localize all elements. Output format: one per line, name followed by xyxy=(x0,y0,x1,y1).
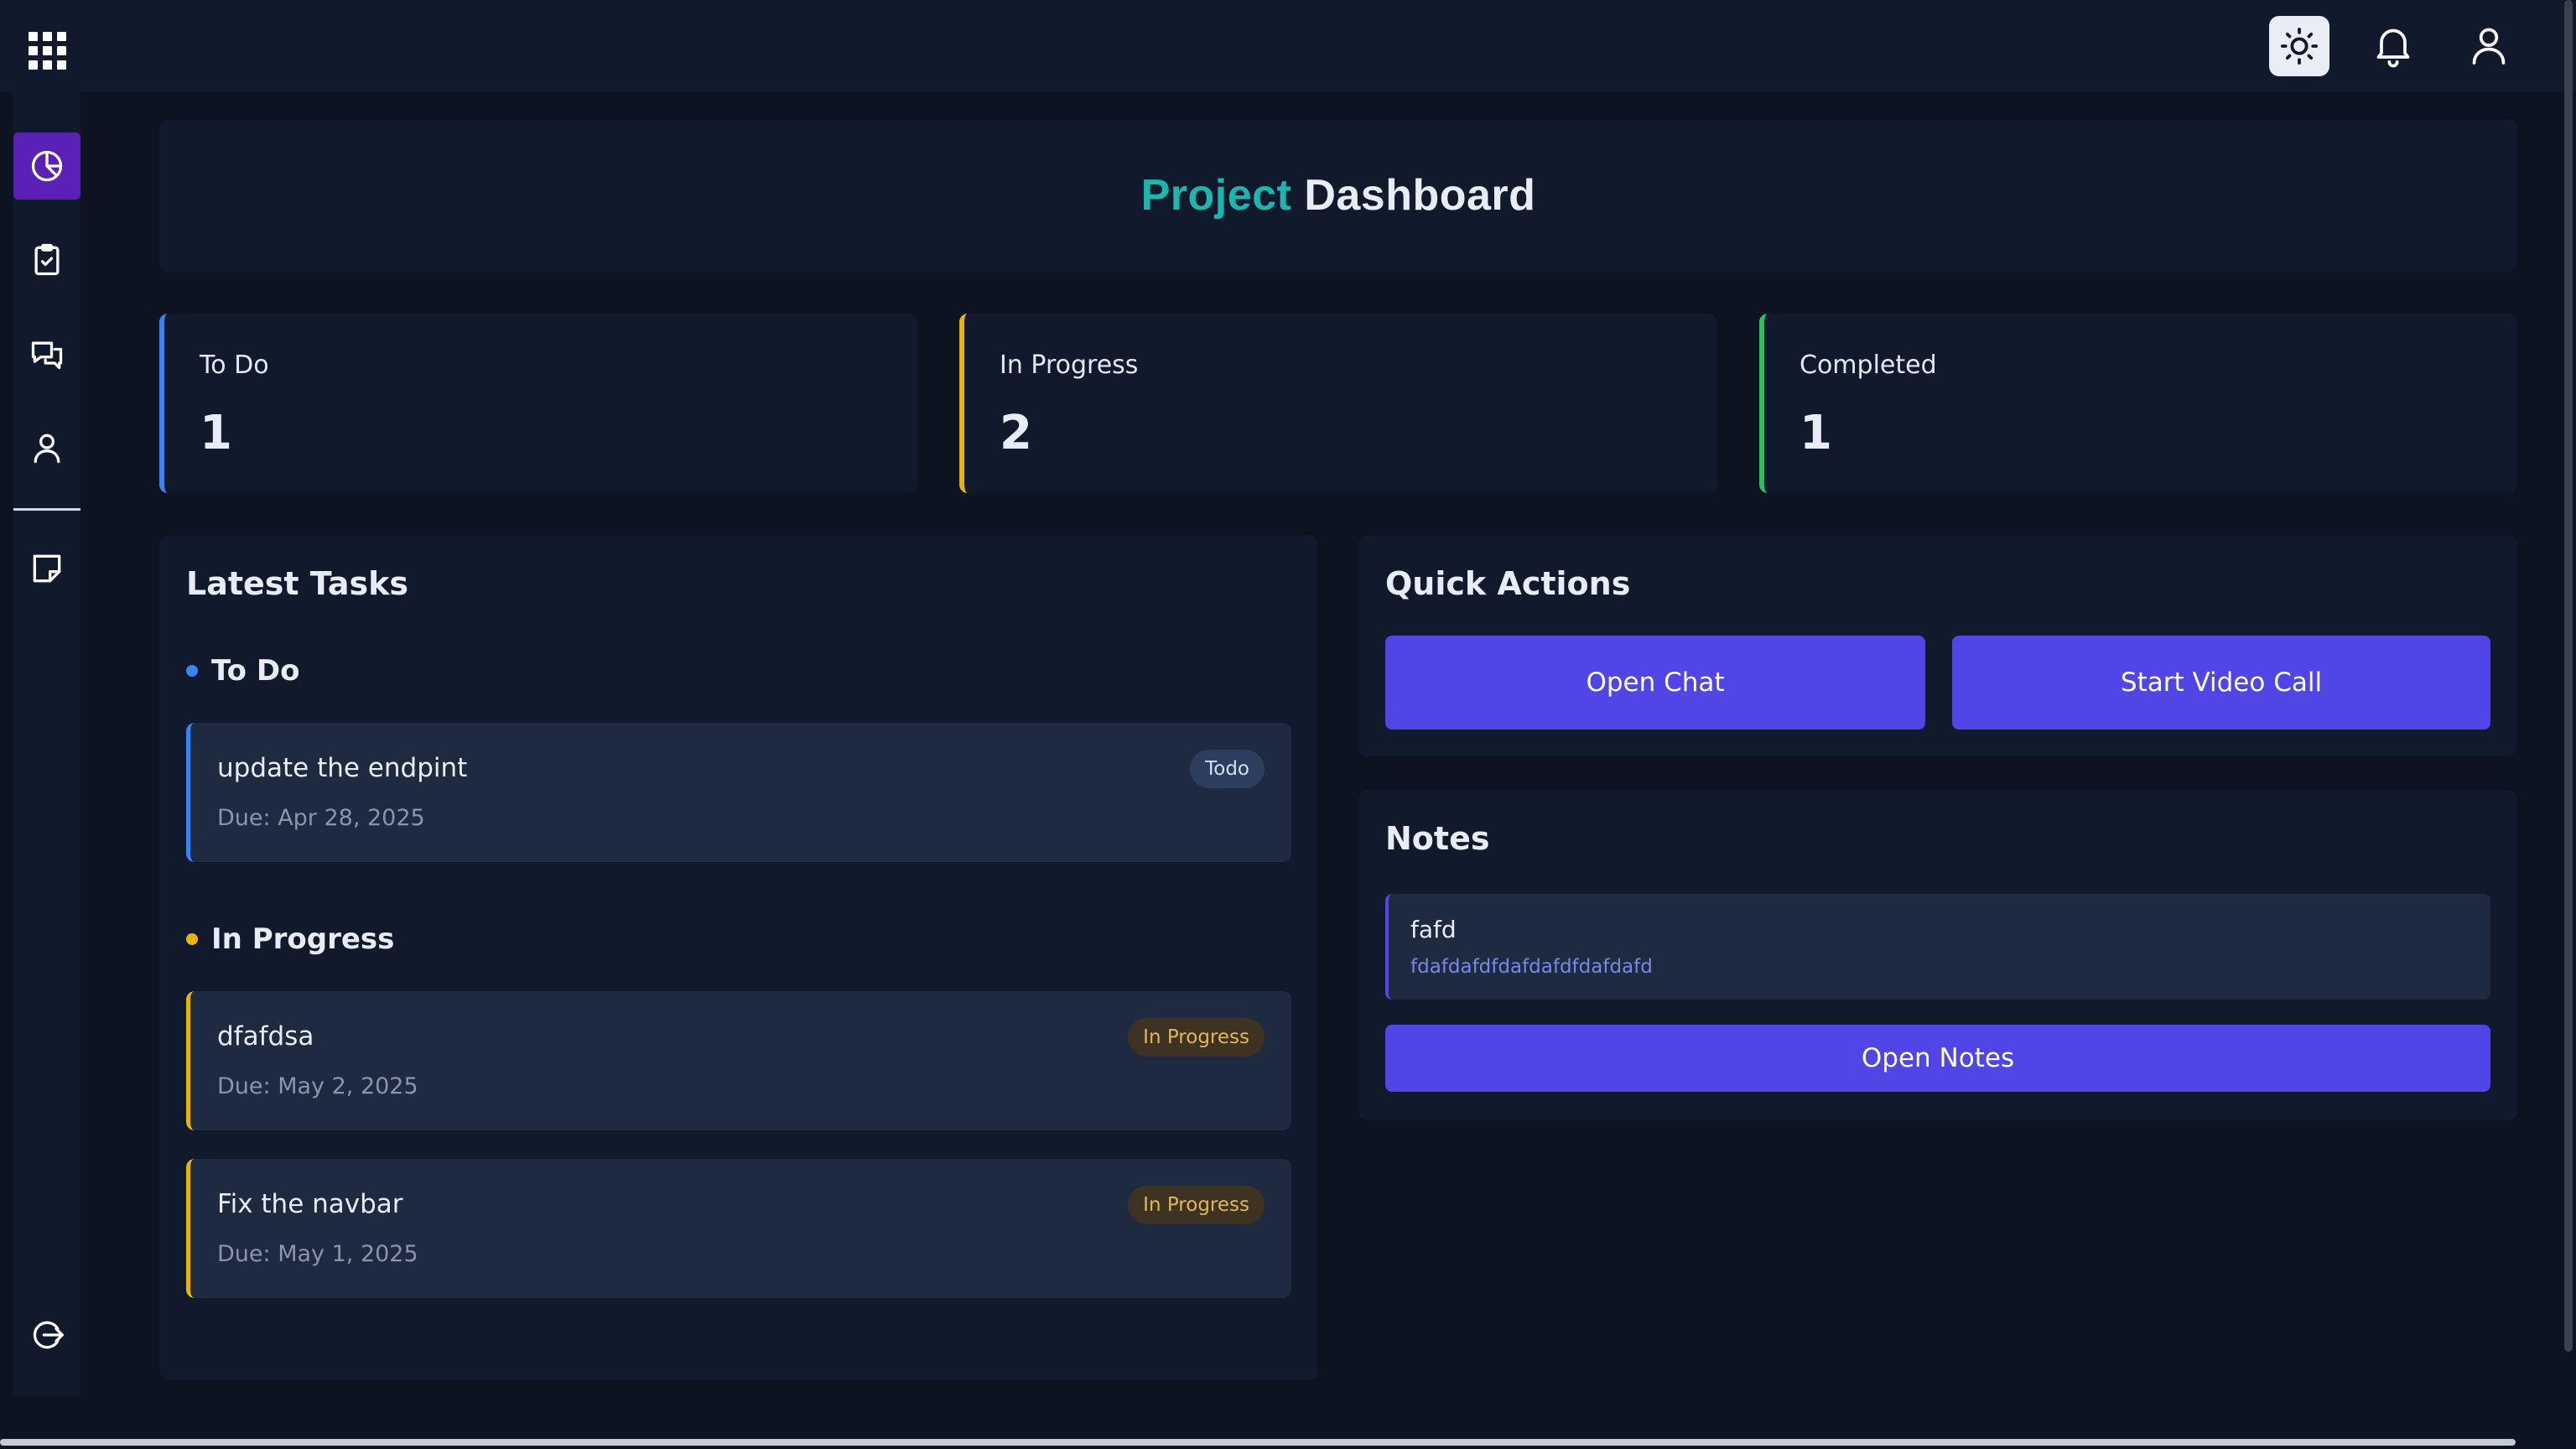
notes-panel: Notes fafd fdafdafdfdafdafdfdafdafd Open… xyxy=(1358,790,2517,1120)
open-chat-button[interactable]: Open Chat xyxy=(1385,636,1925,730)
task-group-todo: To Do xyxy=(186,654,299,688)
note-body: fdafdafdfdafdafdfdafdafd xyxy=(1410,956,1653,978)
stat-label: In Progress xyxy=(1000,351,1139,380)
pie-chart-icon xyxy=(31,150,63,182)
task-group-in-progress: In Progress xyxy=(186,922,394,956)
quick-actions-panel: Quick Actions Open Chat Start Video Call xyxy=(1358,535,2517,756)
task-due-date: Due: May 2, 2025 xyxy=(217,1073,418,1099)
stat-label: Completed xyxy=(1800,351,1937,380)
status-badge: In Progress xyxy=(1128,1186,1265,1224)
theme-toggle-button[interactable] xyxy=(2269,16,2329,76)
title-highlight: Project xyxy=(1140,171,1292,220)
task-title: update the endpint xyxy=(217,753,468,783)
note-title: fafd xyxy=(1410,916,1457,943)
stat-count: 1 xyxy=(1800,406,1832,460)
stat-count: 1 xyxy=(200,406,232,460)
title-rest: Dashboard xyxy=(1304,171,1536,220)
status-dot xyxy=(186,933,198,945)
latest-tasks-panel: Latest Tasks To Do update the endpint Du… xyxy=(159,535,1318,1380)
profile-button[interactable] xyxy=(2465,22,2512,69)
sidebar-item-tasks[interactable] xyxy=(13,226,80,293)
sticky-note-icon xyxy=(33,554,61,583)
group-label: In Progress xyxy=(211,922,395,956)
logout-icon xyxy=(33,1321,64,1349)
panel-title: Quick Actions xyxy=(1385,565,1631,602)
user-icon xyxy=(34,434,60,464)
task-due-date: Due: May 1, 2025 xyxy=(217,1241,418,1267)
start-video-call-button[interactable]: Start Video Call xyxy=(1952,636,2490,730)
grid-icon[interactable] xyxy=(29,32,69,72)
task-due-date: Due: Apr 28, 2025 xyxy=(217,805,425,831)
chat-icon xyxy=(31,341,63,370)
sidebar-divider xyxy=(13,508,80,511)
stat-card-in-progress: In Progress 2 xyxy=(959,314,1717,493)
task-card[interactable]: update the endpint Due: Apr 28, 2025 Tod… xyxy=(186,723,1291,862)
sidebar-item-profile[interactable] xyxy=(13,414,80,481)
page-title: Project Dashboard xyxy=(1141,170,1536,221)
user-icon xyxy=(2472,28,2506,65)
sidebar-item-chat[interactable] xyxy=(13,320,80,387)
clipboard-check-icon xyxy=(34,243,60,276)
stat-label: To Do xyxy=(200,351,269,380)
task-title: dfafdsa xyxy=(217,1021,314,1052)
sun-icon xyxy=(2280,27,2319,65)
sidebar-item-notes[interactable] xyxy=(13,535,80,602)
stat-card-todo: To Do 1 xyxy=(159,314,917,493)
dashboard-header: Project Dashboard xyxy=(159,119,2517,272)
vertical-scrollbar[interactable] xyxy=(2564,0,2573,1352)
stat-card-completed: Completed 1 xyxy=(1759,314,2517,493)
task-card[interactable]: Fix the navbar Due: May 1, 2025 In Progr… xyxy=(186,1159,1291,1298)
task-card[interactable]: dfafdsa Due: May 2, 2025 In Progress xyxy=(186,991,1291,1130)
status-badge: In Progress xyxy=(1128,1018,1265,1057)
stat-count: 2 xyxy=(1000,406,1032,460)
logout-button[interactable] xyxy=(13,1301,80,1368)
panel-title: Latest Tasks xyxy=(186,565,408,602)
group-label: To Do xyxy=(211,654,300,688)
notifications-button[interactable] xyxy=(2370,22,2417,69)
sidebar xyxy=(13,92,80,1395)
panel-title: Notes xyxy=(1385,820,1490,857)
horizontal-scrollbar[interactable] xyxy=(0,1439,2516,1446)
task-title: Fix the navbar xyxy=(217,1189,403,1219)
bell-icon xyxy=(2376,29,2410,68)
top-bar xyxy=(0,0,2576,92)
note-item[interactable]: fafd fdafdafdfdafdafdfdafdafd xyxy=(1385,894,2490,1000)
status-dot xyxy=(186,665,198,677)
status-badge: Todo xyxy=(1190,750,1265,788)
sidebar-item-dashboard[interactable] xyxy=(13,132,80,200)
open-notes-button[interactable]: Open Notes xyxy=(1385,1025,2490,1092)
